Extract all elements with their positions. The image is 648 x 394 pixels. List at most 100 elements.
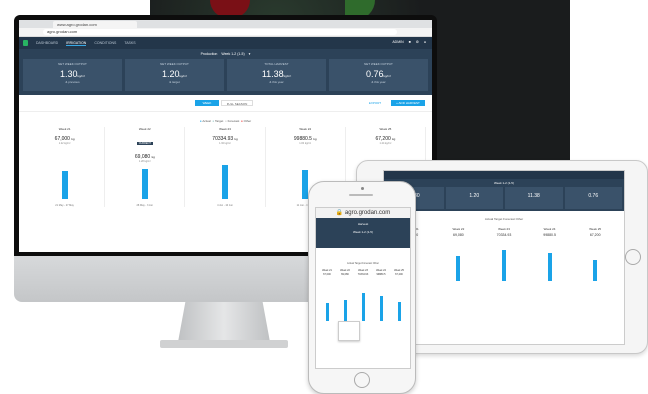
- week-value: 99880.5: [543, 233, 556, 237]
- toggle-week[interactable]: WEEK: [195, 100, 219, 106]
- tablet-production[interactable]: Week 1-2 (1-5): [384, 179, 624, 187]
- kpi-row: NET WEEK OUTPUT 1.30kg/m² & previous NET…: [19, 59, 432, 95]
- week-label: Week 22: [340, 269, 350, 272]
- current-badge: CURRENT: [136, 142, 153, 145]
- export-button[interactable]: EXPORT: [365, 100, 385, 106]
- legend-item: Target: [214, 119, 224, 123]
- nav-tasks[interactable]: TASKS: [124, 41, 135, 45]
- harvest-bar[interactable]: [547, 253, 552, 281]
- week-label: Week 24: [376, 269, 386, 272]
- week-sub: 1.84 kg/m²: [299, 142, 312, 145]
- week-label: Week 25: [394, 269, 404, 272]
- phone-week-column[interactable]: Week 25 67,200: [390, 269, 408, 327]
- harvest-bar[interactable]: [361, 293, 365, 321]
- week-value: 69,080: [341, 273, 349, 276]
- tablet-week-column[interactable]: Week 23 70334.93: [481, 227, 527, 287]
- tablet-week-column[interactable]: Week 24 99880.5: [527, 227, 573, 287]
- phone-production[interactable]: Week 1-2 (1-5): [316, 230, 410, 234]
- kpi-unit: kg/m²: [77, 74, 86, 78]
- user-icon[interactable]: ●: [424, 40, 426, 44]
- tablet-home-button[interactable]: [625, 249, 641, 265]
- phone-camera: [361, 187, 364, 190]
- phone-week-column[interactable]: Week 21 67,000: [318, 269, 336, 327]
- week-label: Week 22: [452, 227, 465, 231]
- phone-home-button[interactable]: [354, 372, 370, 388]
- harvest-bar[interactable]: [141, 169, 148, 199]
- week-value: 67,000: [323, 273, 331, 276]
- phone-url: agro.grodan.com: [344, 210, 391, 216]
- tablet-legend: Actual Target Forecast Other: [484, 217, 524, 221]
- harvest-bar[interactable]: [325, 303, 329, 321]
- week-sub: 1.22 kg/m²: [58, 142, 71, 145]
- admin-link[interactable]: ADMIN: [392, 40, 403, 44]
- week-value: 70334.93: [357, 273, 369, 276]
- week-unit: kg: [234, 137, 238, 141]
- week-value: 67,200: [395, 273, 403, 276]
- nav-irrigation[interactable]: IRRIGATION: [66, 41, 87, 46]
- imac-stand: [178, 302, 270, 342]
- tablet-screen: Week 1-2 (1-5) 1.30 1.20 11.38 0.76 Actu…: [383, 170, 625, 345]
- harvest-bar[interactable]: [593, 260, 598, 281]
- browser-url-bar: agro.grodan.com: [19, 28, 432, 37]
- week-column[interactable]: Week 22 CURRENT 69,080 kg 1.28 kg/m² 28 May …: [105, 127, 186, 207]
- kpi-value: 1.20: [161, 69, 180, 79]
- phone-device: 🔒 agro.grodan.com Harvest Week 1-2 (1-5)…: [308, 181, 416, 394]
- production-value[interactable]: Week 1-2 (1-5): [221, 52, 244, 56]
- harvest-bar[interactable]: [343, 300, 347, 321]
- kpi-value: 1.20: [445, 187, 503, 209]
- harvest-bar[interactable]: [222, 165, 228, 199]
- imac-base: [160, 340, 288, 348]
- tablet-week-column[interactable]: Week 22 69,080: [436, 227, 482, 287]
- week-unit: kg: [313, 137, 317, 141]
- week-column[interactable]: Week 21 67,000 kg 1.22 kg/m² 21 May - 27 Ma…: [25, 127, 106, 207]
- week-label: Week 25: [379, 127, 392, 131]
- kpi-card: NET WEEK OUTPUT 1.30kg/m² & previous: [23, 59, 122, 91]
- legend-item: Forecast: [227, 119, 240, 123]
- tablet-nav: [384, 171, 624, 179]
- week-label: Week 24: [543, 227, 556, 231]
- nav-conditions[interactable]: CONDITIONS: [94, 41, 116, 45]
- week-value: 69,080: [453, 233, 464, 237]
- add-harvest-button[interactable]: + ADD HARVEST: [391, 100, 425, 106]
- production-label: Production: [200, 52, 218, 56]
- week-column[interactable]: Week 23 70334.93 kg 1.30 kg/m² 4 Jun - 10 J…: [185, 127, 266, 207]
- production-selector[interactable]: Production Week 1-2 (1-5) ▾: [19, 49, 432, 59]
- phone-legend: Actual Target Forecast Other: [347, 262, 379, 265]
- phone-speaker: [349, 194, 373, 196]
- browser-tab-bar: www.agro.grodan.com: [19, 20, 432, 28]
- phone-week-columns: Week 21 67,000 Week 22 69,080 Week 23 70334.9…: [318, 269, 408, 327]
- nav-right: ADMIN ■ ⚙ ●: [392, 40, 426, 44]
- harvest-bar[interactable]: [379, 296, 383, 321]
- nav-dashboard[interactable]: DASHBOARD: [36, 41, 58, 45]
- week-dates: 21 May - 27 May: [55, 204, 74, 207]
- week-sub: 1.24 kg/m²: [379, 142, 392, 145]
- week-unit: kg: [151, 155, 155, 159]
- camera-icon[interactable]: ■: [409, 40, 411, 44]
- kpi-unit: kg/m²: [283, 74, 292, 78]
- harvest-bar[interactable]: [397, 302, 401, 321]
- harvest-bar[interactable]: [61, 171, 68, 199]
- harvest-bar[interactable]: [456, 256, 461, 281]
- view-toolbar: WEEK FULL SEASON EXPORT + ADD HARVEST: [19, 95, 432, 112]
- phone-week-column[interactable]: Week 22 69,080: [336, 269, 354, 327]
- address-field[interactable]: agro.grodan.com: [43, 29, 397, 35]
- harvest-bar[interactable]: [501, 250, 506, 281]
- phone-week-column[interactable]: Week 24 99880.5: [372, 269, 390, 327]
- kpi-sub: & this year: [269, 80, 284, 84]
- week-unit: kg: [392, 137, 396, 141]
- week-value: 99880.5: [376, 273, 386, 276]
- kpi-value: 11.38: [261, 69, 284, 79]
- browser-tab[interactable]: www.agro.grodan.com: [53, 21, 137, 28]
- phone-url-bar[interactable]: 🔒 agro.grodan.com: [316, 208, 410, 218]
- tablet-week-column[interactable]: Week 25 67,200: [572, 227, 618, 287]
- week-value: 67,200: [589, 233, 601, 237]
- gear-icon[interactable]: ⚙: [416, 40, 419, 44]
- phone-week-column[interactable]: Week 23 70334.93: [354, 269, 372, 327]
- phone-screen: 🔒 agro.grodan.com Harvest Week 1-2 (1-5)…: [315, 207, 411, 369]
- kpi-sub: & this year: [371, 80, 386, 84]
- toggle-full-season[interactable]: FULL SEASON: [221, 100, 253, 106]
- chevron-down-icon: ▾: [248, 52, 251, 56]
- kpi-unit: kg/m²: [383, 74, 392, 78]
- week-label: Week 23: [219, 127, 231, 131]
- lock-icon: 🔒: [335, 210, 344, 216]
